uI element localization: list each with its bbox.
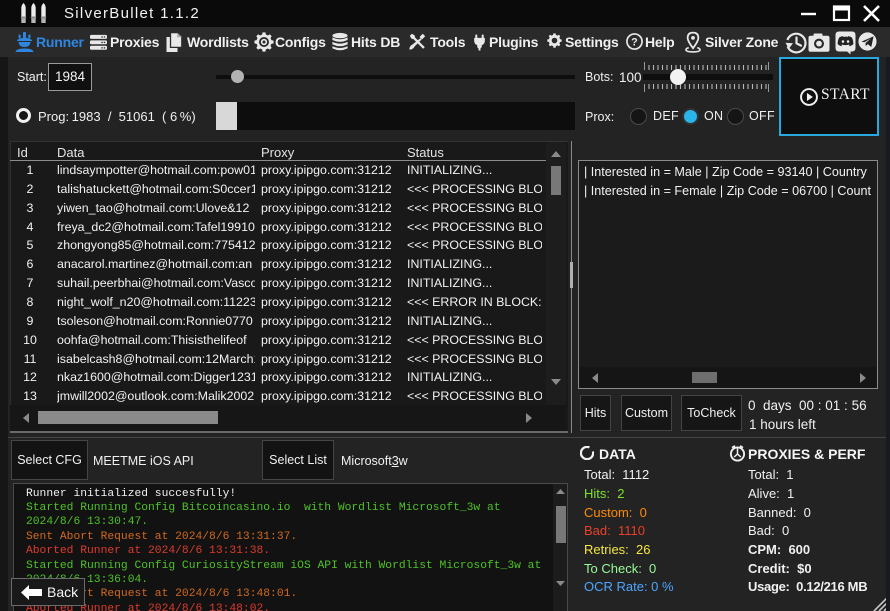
svg-text:?: ? bbox=[631, 37, 638, 49]
